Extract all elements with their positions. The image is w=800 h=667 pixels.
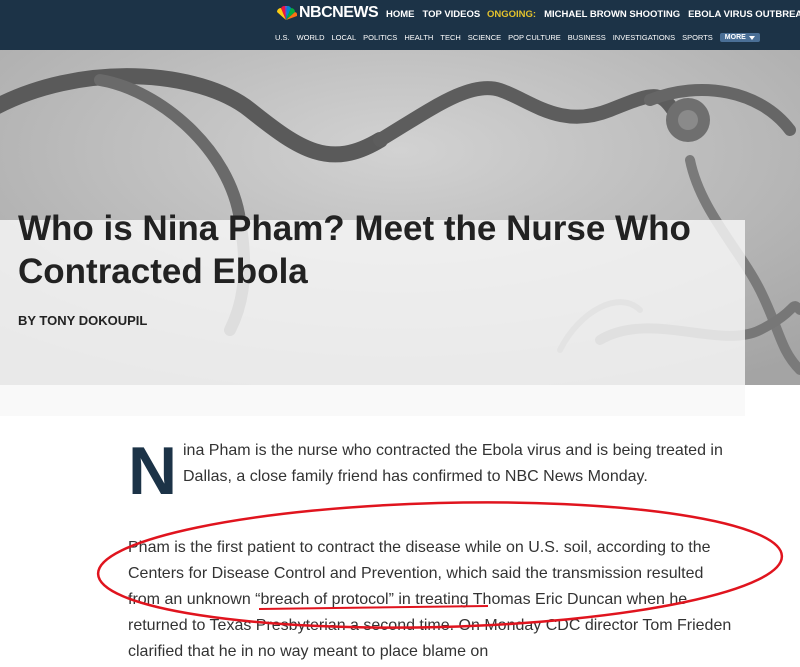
section-tech-link[interactable]: TECH [440, 33, 460, 42]
section-investigations-link[interactable]: INVESTIGATIONS [613, 33, 675, 42]
ongoing-michael-brown-link[interactable]: MICHAEL BROWN SHOOTING [544, 9, 680, 20]
ongoing-label: ONGOING: [487, 9, 537, 20]
nbc-news-logo[interactable]: NBCNEWS [275, 4, 379, 22]
section-us-link[interactable]: U.S. [275, 33, 290, 42]
section-politics-link[interactable]: POLITICS [363, 33, 397, 42]
ongoing-nav: ONGOING: MICHAEL BROWN SHOOTING EBOLA VIRU… [487, 9, 800, 20]
section-sports-link[interactable]: SPORTS [682, 33, 713, 42]
article-title: Who is Nina Pham? Meet the Nurse Who Con… [18, 209, 691, 291]
section-health-link[interactable]: HEALTH [404, 33, 433, 42]
peacock-icon [277, 6, 297, 20]
site-header: NBCNEWS HOME TOP VIDEOS ONGOING: MICHAEL B… [0, 0, 800, 50]
ongoing-ebola-link[interactable]: EBOLA VIRUS OUTBREAK [688, 9, 800, 20]
section-world-link[interactable]: WORLD [297, 33, 325, 42]
section-local-link[interactable]: LOCAL [332, 33, 357, 42]
nav-home-link[interactable]: HOME [386, 9, 415, 20]
nav-top-videos-link[interactable]: TOP VIDEOS [423, 9, 481, 20]
top-nav: HOME TOP VIDEOS [386, 9, 488, 20]
drop-cap: N [128, 433, 178, 509]
paragraph-2: Pham is the first patient to contract th… [128, 539, 732, 660]
logo-wordmark: NBCNEWS [299, 4, 379, 21]
section-nav: U.S. WORLD LOCAL POLITICS HEALTH TECH SC… [275, 33, 760, 42]
section-science-link[interactable]: SCIENCE [468, 33, 501, 42]
section-pop-culture-link[interactable]: POP CULTURE [508, 33, 561, 42]
byline[interactable]: BY TONY DOKOUPIL [18, 313, 147, 328]
paragraph-1: ina Pham is the nurse who contracted the… [183, 442, 723, 485]
more-button[interactable]: MORE [719, 33, 760, 42]
section-business-link[interactable]: BUSINESS [568, 33, 606, 42]
more-label: MORE [724, 34, 746, 41]
chevron-down-icon [748, 35, 755, 40]
